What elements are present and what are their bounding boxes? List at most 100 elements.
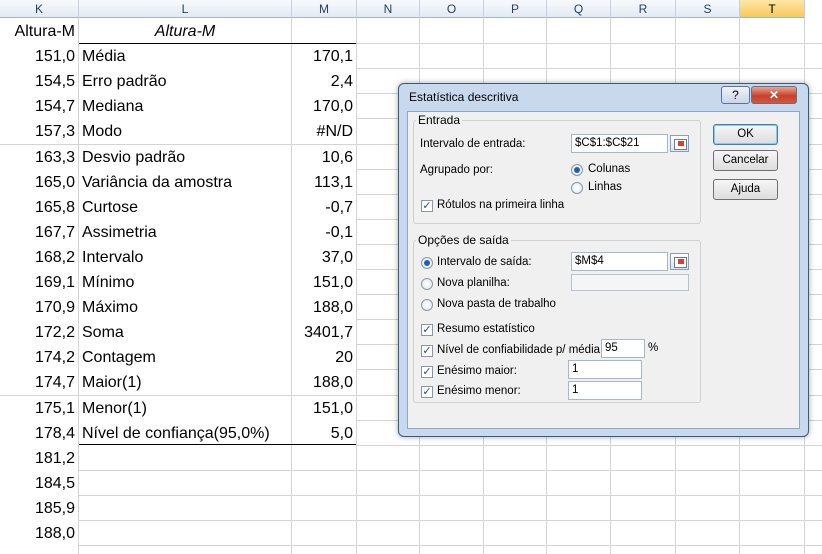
output-range-label: Intervalo de saída:	[437, 256, 532, 268]
grid-line	[0, 520, 822, 521]
column-header-r[interactable]: R	[611, 0, 676, 18]
stat-label-cell[interactable]: Assimetria	[79, 220, 291, 245]
confidence-level-checkbox[interactable]: ✓	[421, 345, 433, 357]
rows-radio[interactable]	[571, 182, 583, 194]
cell-k-value[interactable]: 169,1	[0, 270, 78, 295]
kth-largest-label: Enésimo maior:	[437, 365, 517, 377]
cell-k-value[interactable]: 165,0	[0, 170, 78, 195]
stat-label-cell[interactable]: Curtose	[79, 195, 291, 220]
column-header-l[interactable]: L	[79, 0, 292, 18]
cell-k-value[interactable]: 163,3	[0, 145, 78, 170]
labels-first-row-checkbox[interactable]: ✓	[421, 200, 433, 212]
stat-label-cell[interactable]: Erro padrão	[79, 69, 291, 94]
cell-k-value[interactable]: 174,2	[0, 345, 78, 370]
cell-k-value[interactable]: 185,9	[0, 496, 78, 521]
cell-k-value[interactable]: 170,9	[0, 295, 78, 320]
column-header-n[interactable]: N	[357, 0, 420, 18]
stat-label-cell[interactable]: Mediana	[79, 94, 291, 119]
cell-k-value[interactable]: 178,4	[0, 421, 78, 446]
labels-first-row-label: Rótulos na primeira linha	[437, 199, 565, 211]
output-range-radio[interactable]	[421, 257, 433, 269]
cancel-button[interactable]: Cancelar	[713, 150, 778, 171]
dialog-close-button[interactable]: ✕	[751, 86, 797, 104]
kth-smallest-field[interactable]: 1	[568, 381, 642, 400]
cell-k-value[interactable]: 181,2	[0, 446, 78, 471]
output-range-field[interactable]: $M$4	[571, 252, 668, 271]
stat-value-cell[interactable]: 188,0	[292, 295, 356, 320]
cell-k-value[interactable]: 175,1	[0, 396, 78, 421]
rows-label: Linhas	[588, 181, 622, 193]
stat-value-cell[interactable]: 170,1	[292, 44, 356, 69]
ok-button[interactable]: OK	[713, 124, 778, 145]
stat-label-cell[interactable]: Máximo	[79, 295, 291, 320]
stat-label-cell[interactable]: Intervalo	[79, 245, 291, 270]
cell-k-value[interactable]: 165,8	[0, 195, 78, 220]
stat-value-cell[interactable]: -0,1	[292, 220, 356, 245]
column-header-k[interactable]: K	[0, 0, 79, 18]
input-group-label: Entrada	[416, 113, 463, 127]
stat-label-cell[interactable]: Nível de confiança(95,0%)	[79, 421, 291, 446]
stat-value-cell[interactable]: 5,0	[292, 421, 356, 446]
stat-label-cell[interactable]: Soma	[79, 320, 291, 345]
stat-value-cell[interactable]: 151,0	[292, 270, 356, 295]
stat-label-cell[interactable]: Contagem	[79, 345, 291, 370]
column-header-m[interactable]: M	[292, 0, 357, 18]
column-header-q[interactable]: Q	[547, 0, 611, 18]
cell-k-value[interactable]: 188,0	[0, 521, 78, 546]
stat-value-cell[interactable]: 151,0	[292, 396, 356, 421]
dialog-title: Estatística descritiva	[409, 90, 519, 104]
new-sheet-radio[interactable]	[421, 278, 433, 290]
dialog-help-button[interactable]: ?	[721, 86, 750, 104]
stat-value-cell[interactable]: 37,0	[292, 245, 356, 270]
cell-k-value[interactable]: 168,2	[0, 245, 78, 270]
descriptive-statistics-dialog: Estatística descritiva ? ✕ Entrada Inter…	[398, 83, 809, 437]
cell-k-value[interactable]: 151,0	[0, 44, 78, 69]
kth-largest-checkbox[interactable]: ✓	[421, 366, 433, 378]
stat-label-cell[interactable]: Média	[79, 44, 291, 69]
output-range-collapse-icon[interactable]	[670, 253, 689, 270]
stat-value-cell[interactable]: 20	[292, 345, 356, 370]
stat-value-cell[interactable]: 113,1	[292, 170, 356, 195]
cell-k-value[interactable]: 154,5	[0, 69, 78, 94]
cell-k-value[interactable]: 154,7	[0, 94, 78, 119]
stat-value-cell[interactable]: -0,7	[292, 195, 356, 220]
input-range-collapse-icon[interactable]	[670, 135, 689, 152]
stat-value-cell[interactable]: 2,4	[292, 69, 356, 94]
stat-value-cell[interactable]: 188,0	[292, 370, 356, 395]
columns-radio[interactable]	[571, 164, 583, 176]
input-range-field[interactable]: $C$1:$C$21	[571, 134, 668, 153]
column-header-t[interactable]: T	[740, 0, 805, 18]
column-header-s[interactable]: S	[676, 0, 740, 18]
kth-smallest-checkbox[interactable]: ✓	[421, 386, 433, 398]
stat-label-cell[interactable]: Mínimo	[79, 270, 291, 295]
cell-k-value[interactable]: 172,2	[0, 320, 78, 345]
column-header-o[interactable]: O	[420, 0, 484, 18]
kth-smallest-label: Enésimo menor:	[437, 385, 521, 397]
grid-line	[0, 495, 822, 496]
summary-statistics-checkbox[interactable]: ✓	[421, 324, 433, 336]
stat-label-cell[interactable]: Menor(1)	[79, 396, 291, 421]
help-button[interactable]: Ajuda	[713, 179, 778, 200]
grid-line	[0, 545, 822, 546]
stat-label-cell[interactable]: Desvio padrão	[79, 145, 291, 170]
table-bottom-border	[79, 444, 356, 445]
new-workbook-label: Nova pasta de trabalho	[437, 298, 556, 310]
cell-k-value[interactable]: 167,7	[0, 220, 78, 245]
new-workbook-radio[interactable]	[421, 299, 433, 311]
cell-k-value[interactable]: 184,5	[0, 471, 78, 496]
cell-k-value[interactable]: 157,3	[0, 119, 78, 144]
stat-value-cell[interactable]: 170,0	[292, 94, 356, 119]
stat-value-cell[interactable]: #N/D	[292, 119, 356, 144]
new-sheet-field[interactable]	[571, 274, 689, 291]
stat-label-cell[interactable]: Variância da amostra	[79, 170, 291, 195]
confidence-level-field[interactable]: 95	[601, 339, 645, 358]
cell-l-header[interactable]: Altura-M	[79, 19, 291, 44]
stat-value-cell[interactable]: 3401,7	[292, 320, 356, 345]
column-header-p[interactable]: P	[484, 0, 547, 18]
stat-label-cell[interactable]: Maior(1)	[79, 370, 291, 395]
cell-k-value[interactable]: 174,7	[0, 370, 78, 395]
stat-label-cell[interactable]: Modo	[79, 119, 291, 144]
stat-value-cell[interactable]: 10,6	[292, 145, 356, 170]
cell-k-header[interactable]: Altura-M	[0, 19, 78, 44]
kth-largest-field[interactable]: 1	[568, 360, 642, 379]
